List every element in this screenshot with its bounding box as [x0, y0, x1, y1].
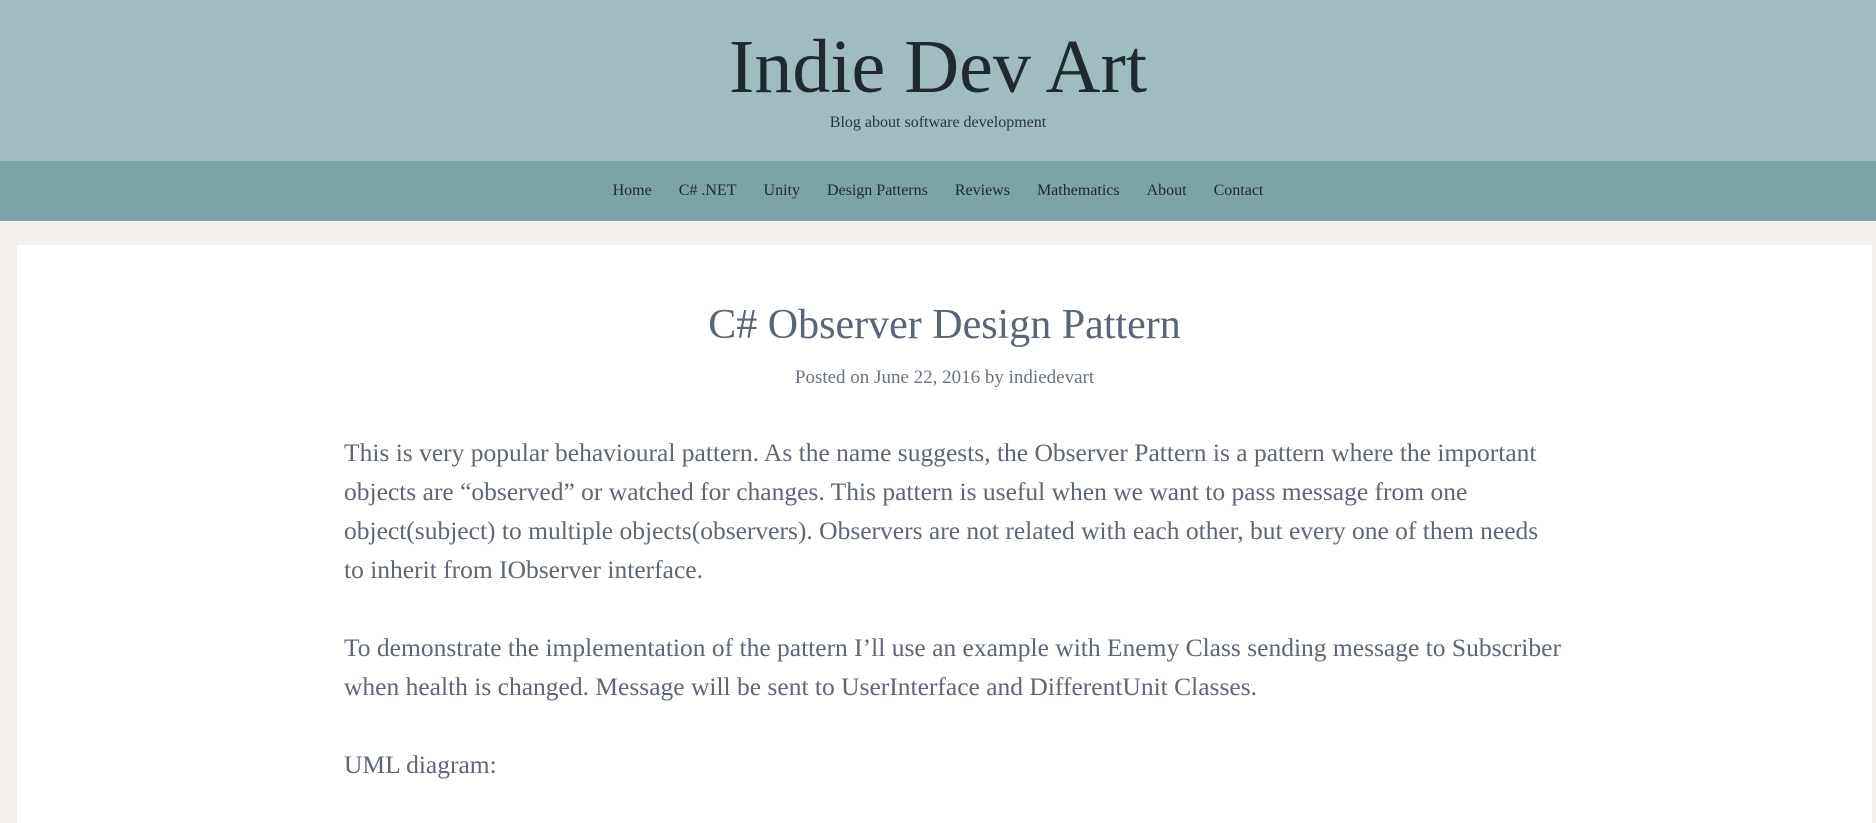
- nav-item-unity[interactable]: Unity: [764, 182, 800, 200]
- nav-item-design-patterns[interactable]: Design Patterns: [827, 182, 928, 200]
- site-title[interactable]: Indie Dev Art: [0, 22, 1876, 112]
- nav-item-csharp-net[interactable]: C# .NET: [679, 182, 737, 200]
- nav-item-mathematics[interactable]: Mathematics: [1037, 182, 1120, 200]
- nav-item-home[interactable]: Home: [613, 182, 652, 200]
- post-author[interactable]: indiedevart: [1009, 367, 1094, 388]
- main-nav: Home C# .NET Unity Design Patterns Revie…: [0, 161, 1876, 221]
- post-content: C# Observer Design Pattern Posted on Jun…: [17, 245, 1872, 823]
- nav-item-contact[interactable]: Contact: [1214, 182, 1264, 200]
- paragraph: UML diagram:: [344, 750, 497, 779]
- post-date[interactable]: June 22, 2016: [874, 367, 980, 388]
- paragraph: To demonstrate the implementation of the…: [344, 633, 1561, 701]
- post-meta: Posted on June 22, 2016 by indiedevart: [17, 367, 1872, 389]
- post-title: C# Observer Design Pattern: [708, 302, 1181, 348]
- by-label: by: [984, 367, 1004, 388]
- posted-on-label: Posted on: [794, 367, 870, 388]
- site-header: Indie Dev Art Blog about software develo…: [0, 0, 1876, 161]
- paragraph: This is very popular behavioural pattern…: [344, 438, 1539, 584]
- nav-item-reviews[interactable]: Reviews: [955, 182, 1010, 200]
- nav-item-about[interactable]: About: [1147, 182, 1187, 200]
- site-description: Blog about software development: [829, 114, 1047, 131]
- post-body: This is very popular behavioural pattern…: [344, 433, 1564, 823]
